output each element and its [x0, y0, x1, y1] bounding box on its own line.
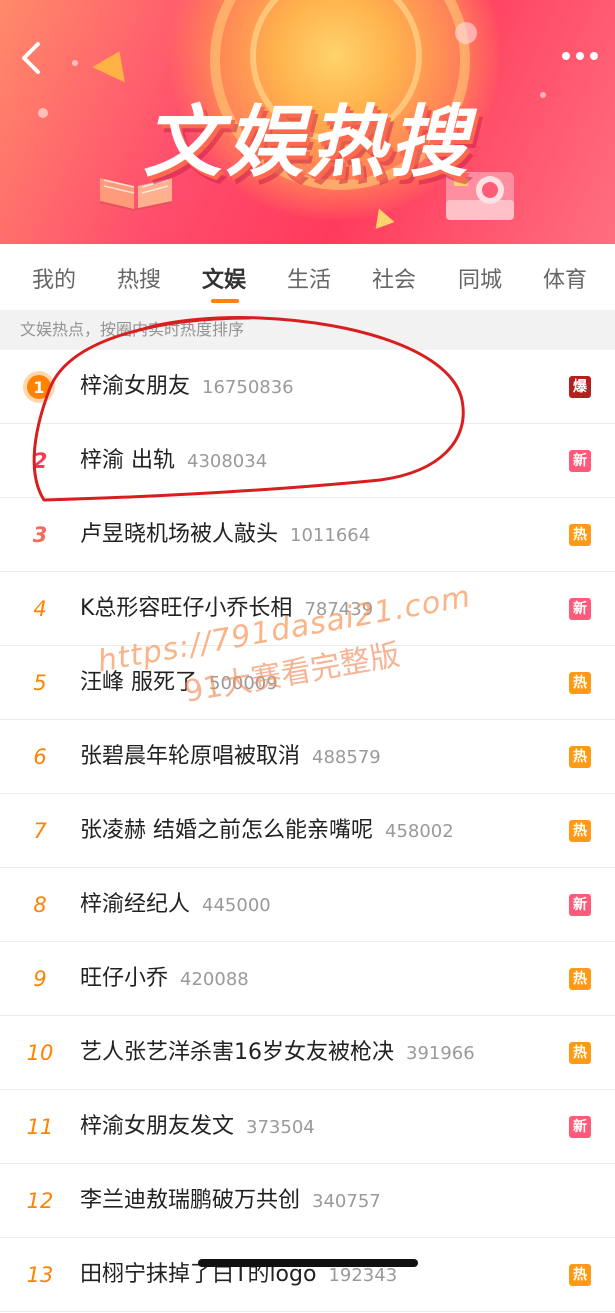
item-title: 张碧晨年轮原唱被取消 488579	[80, 720, 381, 795]
status-badge: 爆	[569, 376, 591, 398]
status-badge: 新	[569, 1116, 591, 1138]
item-title-text: 梓渝 出轨	[80, 448, 175, 473]
item-count: 787439	[304, 599, 374, 620]
item-title: 卢昱晓机场被人敲头 1011664	[80, 498, 370, 573]
rank-number: 10	[26, 1041, 54, 1065]
rank-number: 3	[32, 523, 48, 547]
item-count: 4308034	[187, 451, 268, 472]
item-title-text: 梓渝女朋友	[80, 374, 191, 399]
rank-number: 4	[33, 597, 47, 621]
rank-number: 8	[33, 893, 47, 917]
tab-society[interactable]: 社会	[372, 262, 416, 294]
status-badge: 新	[569, 894, 591, 916]
item-title-text: 李兰迪敖瑞鹏破万共创	[80, 1188, 301, 1213]
header-banner: 文娱热搜	[0, 0, 615, 244]
item-count: 391966	[406, 1043, 475, 1064]
list-item[interactable]: 9 旺仔小乔 420088 热	[0, 942, 615, 1016]
rank-number: 2	[32, 449, 48, 473]
status-badge: 热	[569, 672, 591, 694]
category-tabs: 我的 热搜 文娱 生活 社会 同城 体育	[0, 244, 615, 310]
banner-shard	[92, 43, 136, 83]
item-count: 488579	[312, 747, 381, 768]
rank-number: 1	[33, 378, 44, 397]
item-title-text: 旺仔小乔	[80, 966, 169, 991]
status-badge: 热	[569, 746, 591, 768]
list-item[interactable]: 13 田栩宁抹掉了白T的logo 192343 热	[0, 1238, 615, 1312]
back-button[interactable]	[14, 38, 50, 78]
tab-life[interactable]: 生活	[287, 262, 331, 294]
tab-local[interactable]: 同城	[458, 262, 502, 294]
item-count: 420088	[180, 969, 249, 990]
item-count: 445000	[202, 895, 271, 916]
status-badge: 热	[569, 1042, 591, 1064]
rank-number: 7	[33, 819, 47, 843]
item-title: 旺仔小乔 420088	[80, 942, 249, 1017]
rank-number: 13	[26, 1263, 54, 1287]
list-item[interactable]: 8 梓渝经纪人 445000 新	[0, 868, 615, 942]
item-title-text: 梓渝女朋友发文	[80, 1114, 235, 1139]
item-title: 艺人张艺洋杀害16岁女友被枪决 391966	[80, 1016, 475, 1091]
list-item[interactable]: 11 梓渝女朋友发文 373504 新	[0, 1090, 615, 1164]
item-title: 梓渝女朋友发文 373504	[80, 1090, 315, 1165]
item-count: 500009	[209, 673, 278, 694]
page-title: 文娱热搜	[143, 98, 472, 188]
list-item[interactable]: 4 K总形容旺仔小乔长相 787439 新	[0, 572, 615, 646]
rank-number: 11	[26, 1115, 54, 1139]
item-title-text: K总形容旺仔小乔长相	[80, 596, 293, 621]
banner-sparkle	[72, 60, 78, 66]
item-title: 李兰迪敖瑞鹏破万共创 340757	[80, 1164, 381, 1239]
list-item[interactable]: 5 汪峰 服死了 500009 热	[0, 646, 615, 720]
tab-entertainment[interactable]: 文娱	[202, 262, 246, 294]
item-title-text: 汪峰 服死了	[80, 670, 197, 695]
rank-number: 12	[26, 1189, 54, 1213]
list-item[interactable]: 7 张凌赫 结婚之前怎么能亲嘴呢 458002 热	[0, 794, 615, 868]
item-count: 340757	[312, 1191, 381, 1212]
item-title: 梓渝女朋友 16750836	[80, 350, 294, 425]
list-description: 文娱热点，按圈内实时热度排序	[0, 310, 615, 350]
item-title: K总形容旺仔小乔长相 787439	[80, 572, 373, 647]
list-item[interactable]: 1 梓渝女朋友 16750836 爆	[0, 350, 615, 424]
item-title-text: 卢昱晓机场被人敲头	[80, 522, 279, 547]
list-item[interactable]: 12 李兰迪敖瑞鹏破万共创 340757	[0, 1164, 615, 1238]
banner-bubble	[455, 22, 477, 44]
status-badge: 热	[569, 524, 591, 546]
item-title: 张凌赫 结婚之前怎么能亲嘴呢 458002	[80, 794, 454, 869]
item-title: 汪峰 服死了 500009	[80, 646, 278, 721]
rank-number: 6	[33, 745, 47, 769]
list-item[interactable]: 10 艺人张艺洋杀害16岁女友被枪决 391966 热	[0, 1016, 615, 1090]
chevron-left-icon	[22, 42, 40, 74]
item-title-text: 艺人张艺洋杀害16岁女友被枪决	[80, 1040, 394, 1065]
status-badge: 热	[569, 1264, 591, 1286]
list-item[interactable]: 3 卢昱晓机场被人敲头 1011664 热	[0, 498, 615, 572]
item-count: 16750836	[202, 377, 294, 398]
list-item[interactable]: 6 张碧晨年轮原唱被取消 488579 热	[0, 720, 615, 794]
more-button[interactable]	[559, 46, 601, 66]
tab-sports[interactable]: 体育	[543, 262, 587, 294]
item-title-text: 梓渝经纪人	[80, 892, 191, 917]
rank-number: 5	[33, 671, 47, 695]
item-title: 梓渝 出轨 4308034	[80, 424, 267, 499]
item-title: 梓渝经纪人 445000	[80, 868, 271, 943]
item-count: 458002	[385, 821, 454, 842]
item-count: 373504	[246, 1117, 315, 1138]
list-item[interactable]: 2 梓渝 出轨 4308034 新	[0, 424, 615, 498]
status-badge: 热	[569, 820, 591, 842]
tab-mine[interactable]: 我的	[32, 262, 76, 294]
item-count: 1011664	[290, 525, 371, 546]
rank-number: 9	[33, 967, 47, 991]
hot-search-list: 1 梓渝女朋友 16750836 爆 2 梓渝 出轨 4308034 新 3 卢昱晓…	[0, 350, 615, 1312]
more-dots-icon	[562, 52, 598, 60]
status-badge: 热	[569, 968, 591, 990]
item-title-text: 张碧晨年轮原唱被取消	[80, 744, 301, 769]
tab-hot[interactable]: 热搜	[117, 262, 161, 294]
active-tab-indicator	[211, 299, 239, 303]
status-badge: 新	[569, 450, 591, 472]
home-indicator	[198, 1259, 418, 1267]
status-badge: 新	[569, 598, 591, 620]
item-title: 田栩宁抹掉了白T的logo 192343	[80, 1238, 397, 1313]
rank-1-medal-icon: 1	[23, 371, 55, 403]
item-count: 192343	[328, 1265, 398, 1286]
item-title-text: 张凌赫 结婚之前怎么能亲嘴呢	[80, 818, 373, 843]
